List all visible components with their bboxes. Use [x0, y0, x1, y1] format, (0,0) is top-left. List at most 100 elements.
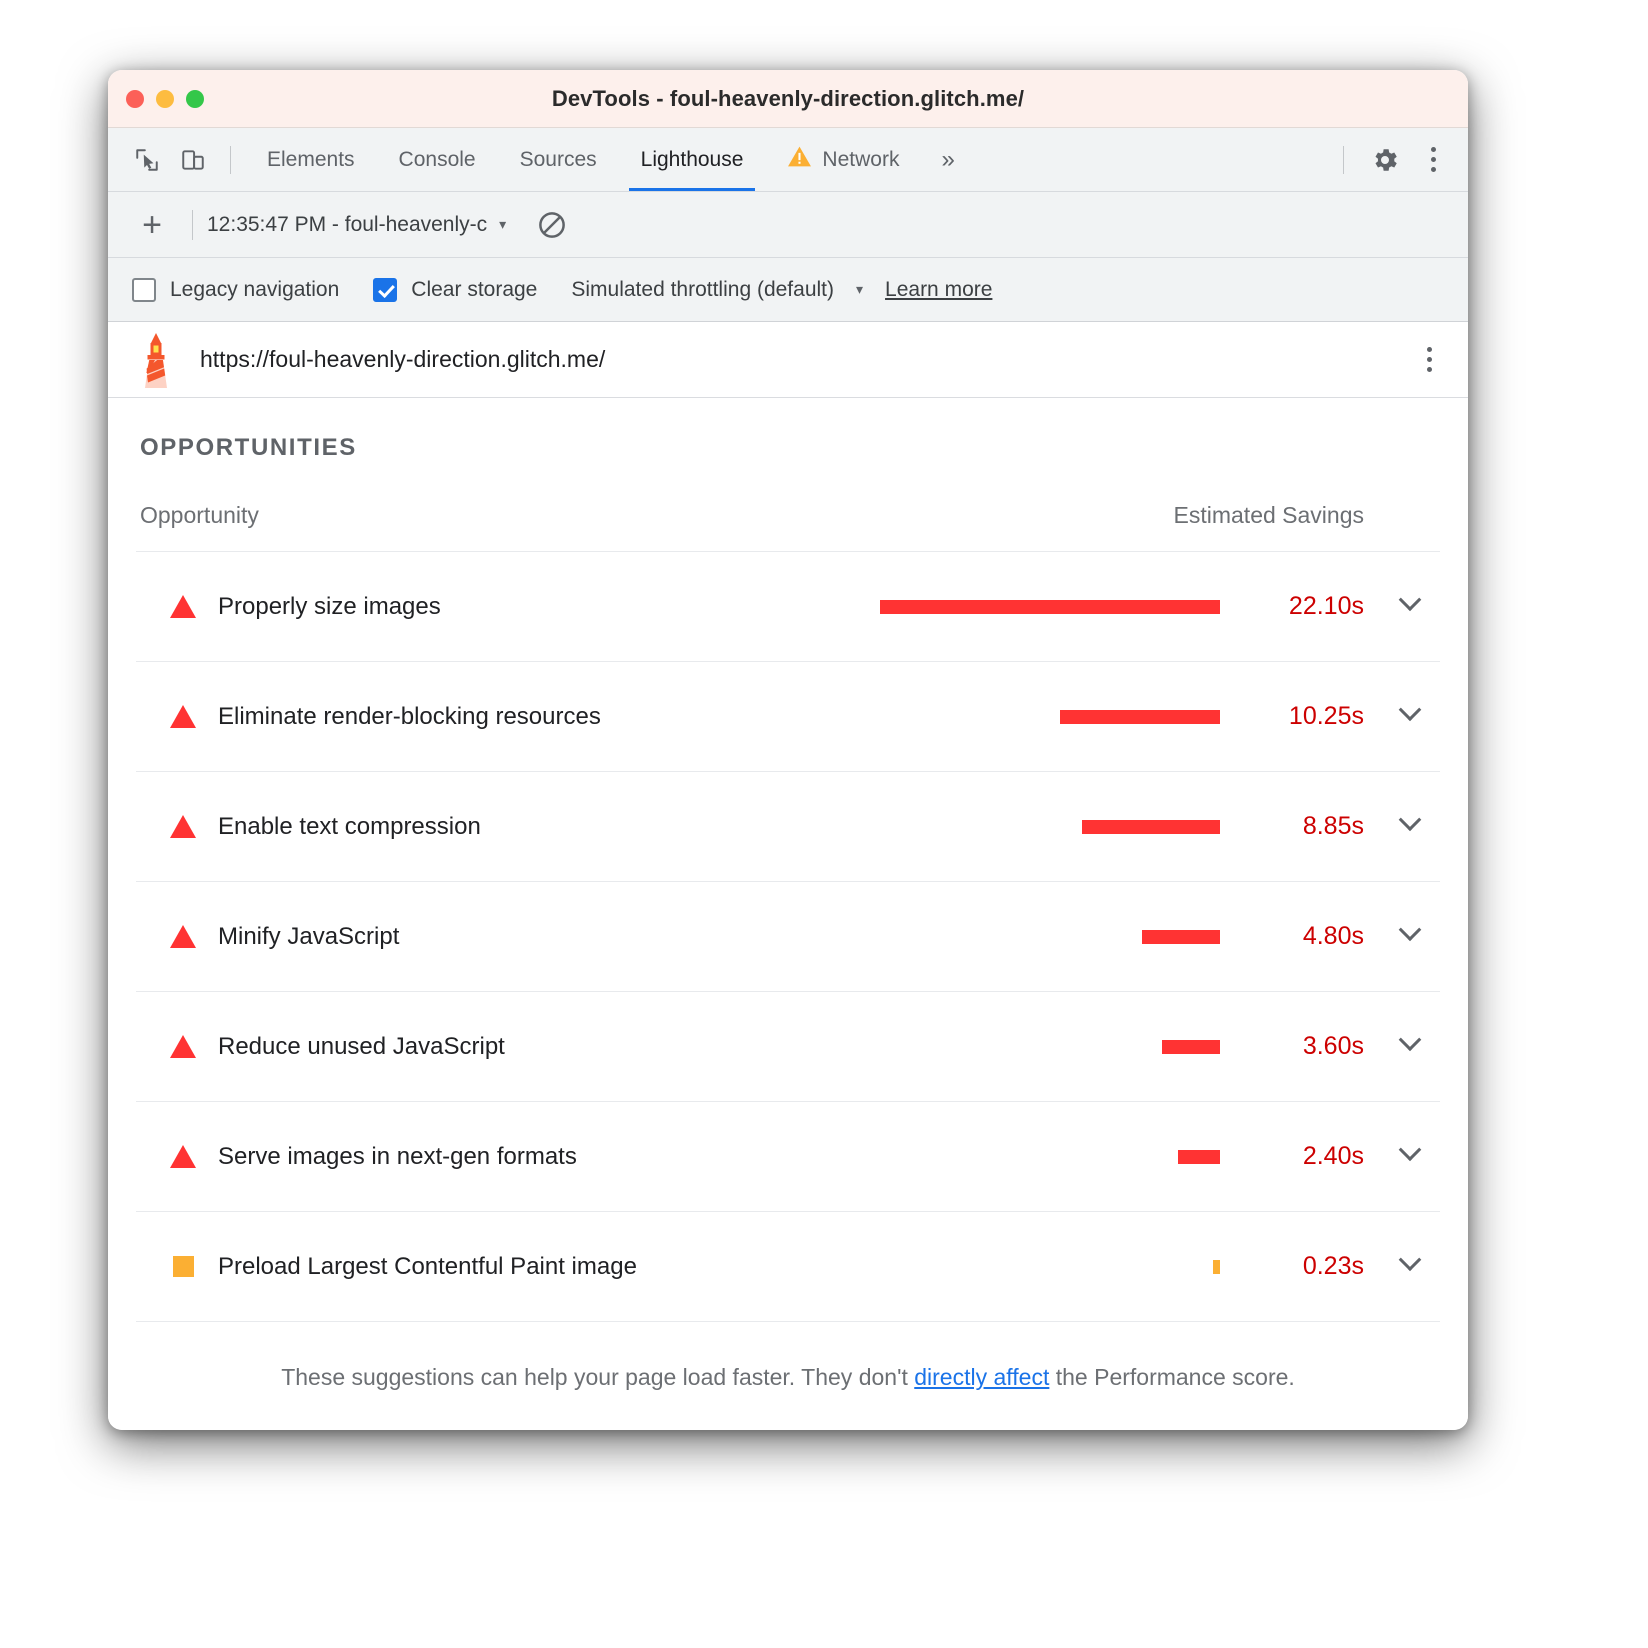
clear-storage-box[interactable] [373, 278, 397, 302]
cell-opportunity: Properly size images [136, 552, 776, 662]
cell-expand[interactable] [1380, 992, 1440, 1102]
devtools-tabstrip: Elements Console Sources Lighthouse [108, 128, 1468, 192]
severity-indicator [170, 595, 196, 618]
screenshot-root: DevTools - foul-heavenly-direction.glitc… [0, 0, 1648, 1648]
tab-network[interactable]: Network [765, 128, 921, 191]
new-report-button[interactable]: + [130, 203, 174, 247]
severity-indicator [170, 925, 196, 948]
toolbar-divider [230, 146, 231, 174]
minimize-button[interactable] [156, 90, 174, 108]
opportunity-label: Reduce unused JavaScript [218, 1033, 505, 1061]
red-triangle-icon [170, 595, 196, 618]
cell-savings-value: 4.80s [1220, 882, 1380, 992]
cell-opportunity: Serve images in next-gen formats [136, 1102, 776, 1212]
cell-opportunity: Minify JavaScript [136, 882, 776, 992]
cell-savings-bar [776, 772, 1220, 882]
tab-lighthouse[interactable]: Lighthouse [619, 128, 766, 191]
cell-savings-bar [776, 1212, 1220, 1322]
throttling-label: Simulated throttling (default) [571, 278, 834, 302]
table-row[interactable]: Properly size images 22.10s [136, 552, 1440, 662]
tab-elements[interactable]: Elements [245, 128, 377, 191]
legacy-navigation-box[interactable] [132, 278, 156, 302]
chevron-down-icon[interactable] [1399, 588, 1422, 611]
tabstrip-actions [1329, 137, 1454, 183]
clear-all-icon[interactable] [532, 205, 572, 245]
devtools-window: DevTools - foul-heavenly-direction.glitc… [108, 70, 1468, 1430]
table-row[interactable]: Eliminate render-blocking resources 10.25… [136, 662, 1440, 772]
savings-bar [1082, 820, 1220, 834]
cell-savings-value: 8.85s [1220, 772, 1380, 882]
cell-expand[interactable] [1380, 1212, 1440, 1322]
gear-icon[interactable] [1362, 137, 1408, 183]
clear-storage-checkbox[interactable]: Clear storage [373, 278, 537, 302]
chevron-down-icon[interactable] [1399, 1028, 1422, 1051]
cell-savings-bar [776, 992, 1220, 1102]
opportunity-label: Eliminate render-blocking resources [218, 703, 601, 731]
clear-storage-label: Clear storage [411, 278, 537, 302]
close-button[interactable] [126, 90, 144, 108]
lighthouse-icon [134, 331, 178, 389]
opportunities-table: Opportunity Estimated Savings Properly s… [136, 502, 1440, 1322]
panel-tabs: Elements Console Sources Lighthouse [245, 128, 975, 191]
tab-sources[interactable]: Sources [498, 128, 619, 191]
table-row[interactable]: Serve images in next-gen formats2.40s [136, 1102, 1440, 1212]
chevron-down-icon[interactable] [1399, 918, 1422, 941]
opportunity-label: Preload Largest Contentful Paint image [218, 1253, 637, 1281]
table-header-row: Opportunity Estimated Savings [136, 502, 1440, 552]
cell-savings-bar [776, 882, 1220, 992]
savings-bar [1060, 710, 1220, 724]
actions-divider [1343, 146, 1344, 174]
window-controls[interactable] [126, 90, 204, 108]
red-triangle-icon [170, 1145, 196, 1168]
kebab-menu-icon[interactable] [1412, 137, 1454, 183]
table-row[interactable]: Reduce unused JavaScript 3.60s [136, 992, 1440, 1102]
cell-savings-value: 22.10s [1220, 552, 1380, 662]
opportunity-label: Enable text compression [218, 813, 481, 841]
report-kebab-menu-icon[interactable] [1408, 337, 1450, 383]
window-title: DevTools - foul-heavenly-direction.glitc… [108, 86, 1468, 112]
legacy-navigation-checkbox[interactable]: Legacy navigation [132, 278, 339, 302]
learn-more-link[interactable]: Learn more [885, 278, 992, 302]
cell-expand[interactable] [1380, 662, 1440, 772]
savings-bar [1162, 1040, 1220, 1054]
table-row[interactable]: Preload Largest Contentful Paint image0.… [136, 1212, 1440, 1322]
tab-elements-label: Elements [267, 148, 355, 172]
report-selector[interactable]: 12:35:47 PM - foul-heavenly-c ▾ [207, 213, 506, 237]
savings-bar [880, 600, 1220, 614]
tab-console[interactable]: Console [377, 128, 498, 191]
chevron-down-icon[interactable] [1399, 808, 1422, 831]
cell-savings-bar [776, 662, 1220, 772]
cell-expand[interactable] [1380, 552, 1440, 662]
savings-bar [1142, 930, 1220, 944]
cell-opportunity: Eliminate render-blocking resources [136, 662, 776, 772]
table-row[interactable]: Enable text compression 8.85s [136, 772, 1440, 882]
footnote-text-before: These suggestions can help your page loa… [281, 1364, 914, 1390]
chevron-down-icon[interactable] [1399, 1248, 1422, 1271]
severity-indicator [170, 1145, 196, 1168]
device-toolbar-icon[interactable] [170, 137, 216, 183]
tab-overflow-button[interactable]: » [921, 146, 974, 174]
throttling-select[interactable]: Simulated throttling (default) ▾ [571, 278, 863, 302]
opportunity-label: Properly size images [218, 593, 441, 621]
cell-expand[interactable] [1380, 882, 1440, 992]
opportunity-label: Serve images in next-gen formats [218, 1143, 577, 1171]
chevron-down-icon[interactable] [1399, 698, 1422, 721]
cell-savings-value: 10.25s [1220, 662, 1380, 772]
zoom-button[interactable] [186, 90, 204, 108]
cell-savings-bar [776, 1102, 1220, 1212]
severity-indicator [170, 1035, 196, 1058]
inspect-element-icon[interactable] [124, 137, 170, 183]
red-triangle-icon [170, 925, 196, 948]
directly-affect-link[interactable]: directly affect [914, 1364, 1049, 1390]
savings-bar [1178, 1150, 1220, 1164]
column-opportunity: Opportunity [136, 502, 776, 552]
table-row[interactable]: Minify JavaScript 4.80s [136, 882, 1440, 992]
red-triangle-icon [170, 815, 196, 838]
orange-square-icon [173, 1256, 194, 1277]
cell-savings-bar [776, 552, 1220, 662]
cell-expand[interactable] [1380, 772, 1440, 882]
chevron-down-icon[interactable] [1399, 1138, 1422, 1161]
cell-expand[interactable] [1380, 1102, 1440, 1212]
runbar-divider [192, 210, 193, 240]
cell-savings-value: 3.60s [1220, 992, 1380, 1102]
